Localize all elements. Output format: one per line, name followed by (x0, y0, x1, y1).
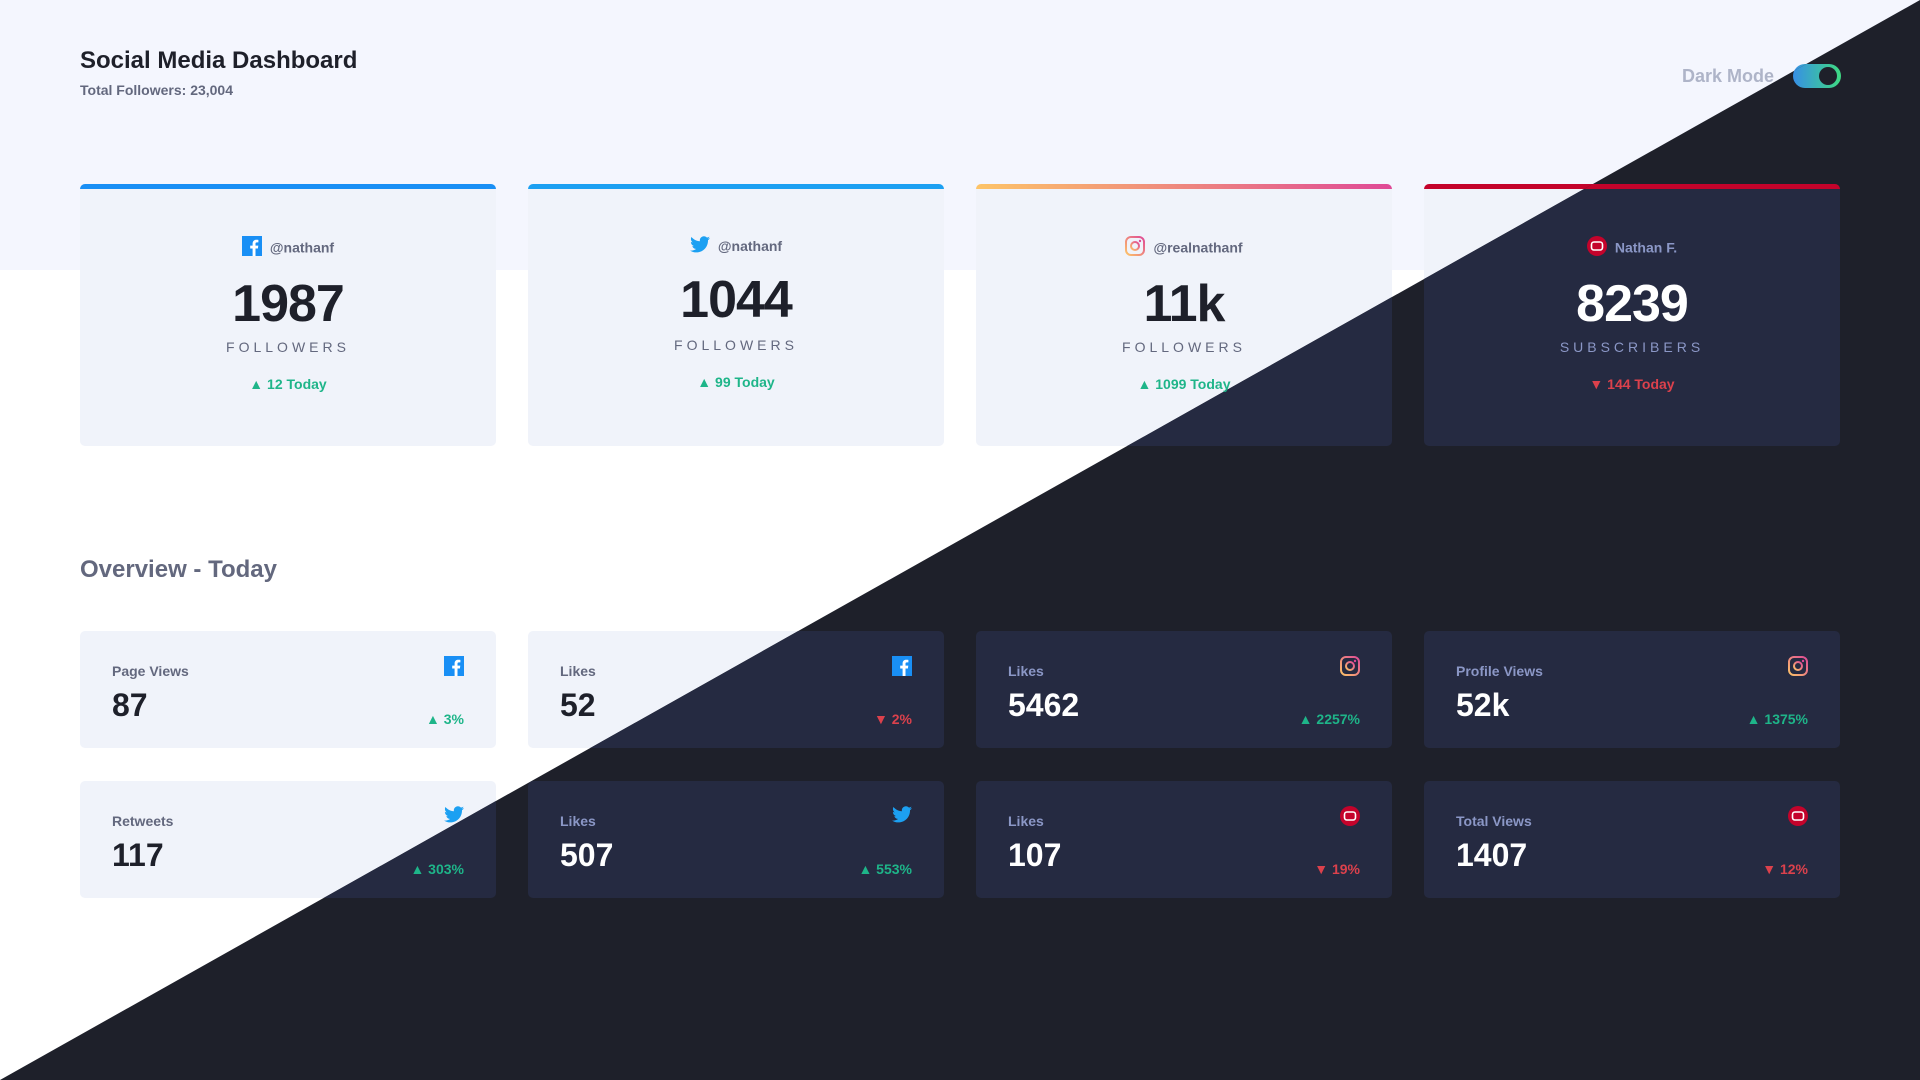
card-accent-bar (528, 184, 944, 189)
overview-card-change: ▲ 303% (410, 861, 464, 877)
card-unit: SUBSCRIBERS (1559, 339, 1705, 355)
overview-card-label: Likes (560, 663, 596, 679)
follower-card-twitter[interactable]: @nathanf 1044 FOLLOWERS ▲ 99 Today (528, 184, 944, 446)
overview-card-change: ▲ 3% (426, 711, 464, 727)
facebook-icon (444, 656, 464, 681)
card-count: 11k (1143, 275, 1226, 333)
overview-card-value: 87 (112, 687, 148, 723)
overview-card-label: Total Views (1456, 813, 1532, 829)
dark-mode-label: Dark Mode (1682, 66, 1775, 86)
overview-card[interactable]: Profile Views 52k ▲ 1375% (1424, 631, 1840, 748)
overview-card-label: Page Views (112, 663, 189, 679)
overview-card-value: 5462 (1008, 687, 1080, 723)
overview-card-change: ▲ 553% (858, 861, 912, 877)
card-handle: @realnathanf (1153, 239, 1243, 256)
card-handle: @nathanf (269, 239, 335, 256)
twitter-icon (689, 236, 710, 256)
follower-card-facebook[interactable]: @nathanf 1987 FOLLOWERS ▲ 12 Today (80, 184, 496, 446)
instagram-icon (1125, 236, 1146, 259)
overview-card-change: ▲ 1375% (1746, 711, 1808, 727)
overview-card-change: ▼ 19% (1314, 861, 1360, 877)
total-followers: Total Followers: 23,004 (80, 82, 234, 98)
overview-card-label: Retweets (112, 813, 174, 829)
overview-card-value: 507 (560, 837, 614, 873)
card-today-change: ▼ 144 Today (1589, 376, 1675, 392)
instagram-icon (1788, 656, 1808, 681)
overview-card-label: Likes (1008, 663, 1044, 679)
instagram-icon (1340, 656, 1360, 681)
card-accent-bar (976, 184, 1392, 189)
overview-card-change: ▲ 2257% (1298, 711, 1360, 727)
overview-card-change: ▼ 12% (1762, 861, 1808, 877)
overview-card[interactable]: Likes 5462 ▲ 2257% (976, 631, 1392, 748)
card-count: 8239 (1576, 275, 1689, 333)
page-title: Social Media Dashboard (80, 47, 358, 74)
card-today-change: ▲ 99 Today (697, 374, 775, 390)
overview-card-label: Profile Views (1456, 663, 1543, 679)
overview-card[interactable]: Likes 107 ▼ 19% (976, 781, 1392, 898)
card-count: 1044 (680, 271, 793, 329)
overview-card[interactable]: Total Views 1407 ▼ 12% (1424, 781, 1840, 898)
facebook-icon (892, 656, 912, 681)
overview-card-change: ▼ 2% (874, 711, 912, 727)
youtube-icon (1586, 236, 1607, 259)
card-handle: @nathanf (717, 238, 783, 254)
card-handle: Nathan F. (1614, 239, 1678, 256)
toggle-knob[interactable] (1819, 67, 1837, 85)
overview-card-value: 1407 (1456, 837, 1528, 873)
overview-card-label: Likes (1008, 813, 1044, 829)
overview-title: Overview - Today (80, 556, 277, 583)
overview-card-value: 117 (112, 837, 164, 873)
card-today-change: ▲ 12 Today (249, 376, 327, 392)
card-count: 1987 (232, 275, 345, 333)
facebook-icon (241, 236, 262, 259)
card-unit: FOLLOWERS (226, 339, 350, 355)
overview-card-value: 52 (560, 687, 596, 723)
overview-card-value: 52k (1456, 687, 1510, 723)
card-accent-bar (80, 184, 496, 189)
card-unit: FOLLOWERS (674, 337, 798, 353)
dark-mode-toggle[interactable] (1793, 64, 1841, 88)
overview-card-label: Likes (560, 813, 596, 829)
overview-card-value: 107 (1008, 837, 1062, 873)
overview-card[interactable]: Page Views 87 ▲ 3% (80, 631, 496, 748)
twitter-icon (892, 806, 912, 828)
overview-card[interactable]: Likes 507 ▲ 553% (528, 781, 944, 898)
youtube-icon (1788, 806, 1808, 831)
youtube-icon (1340, 806, 1360, 831)
